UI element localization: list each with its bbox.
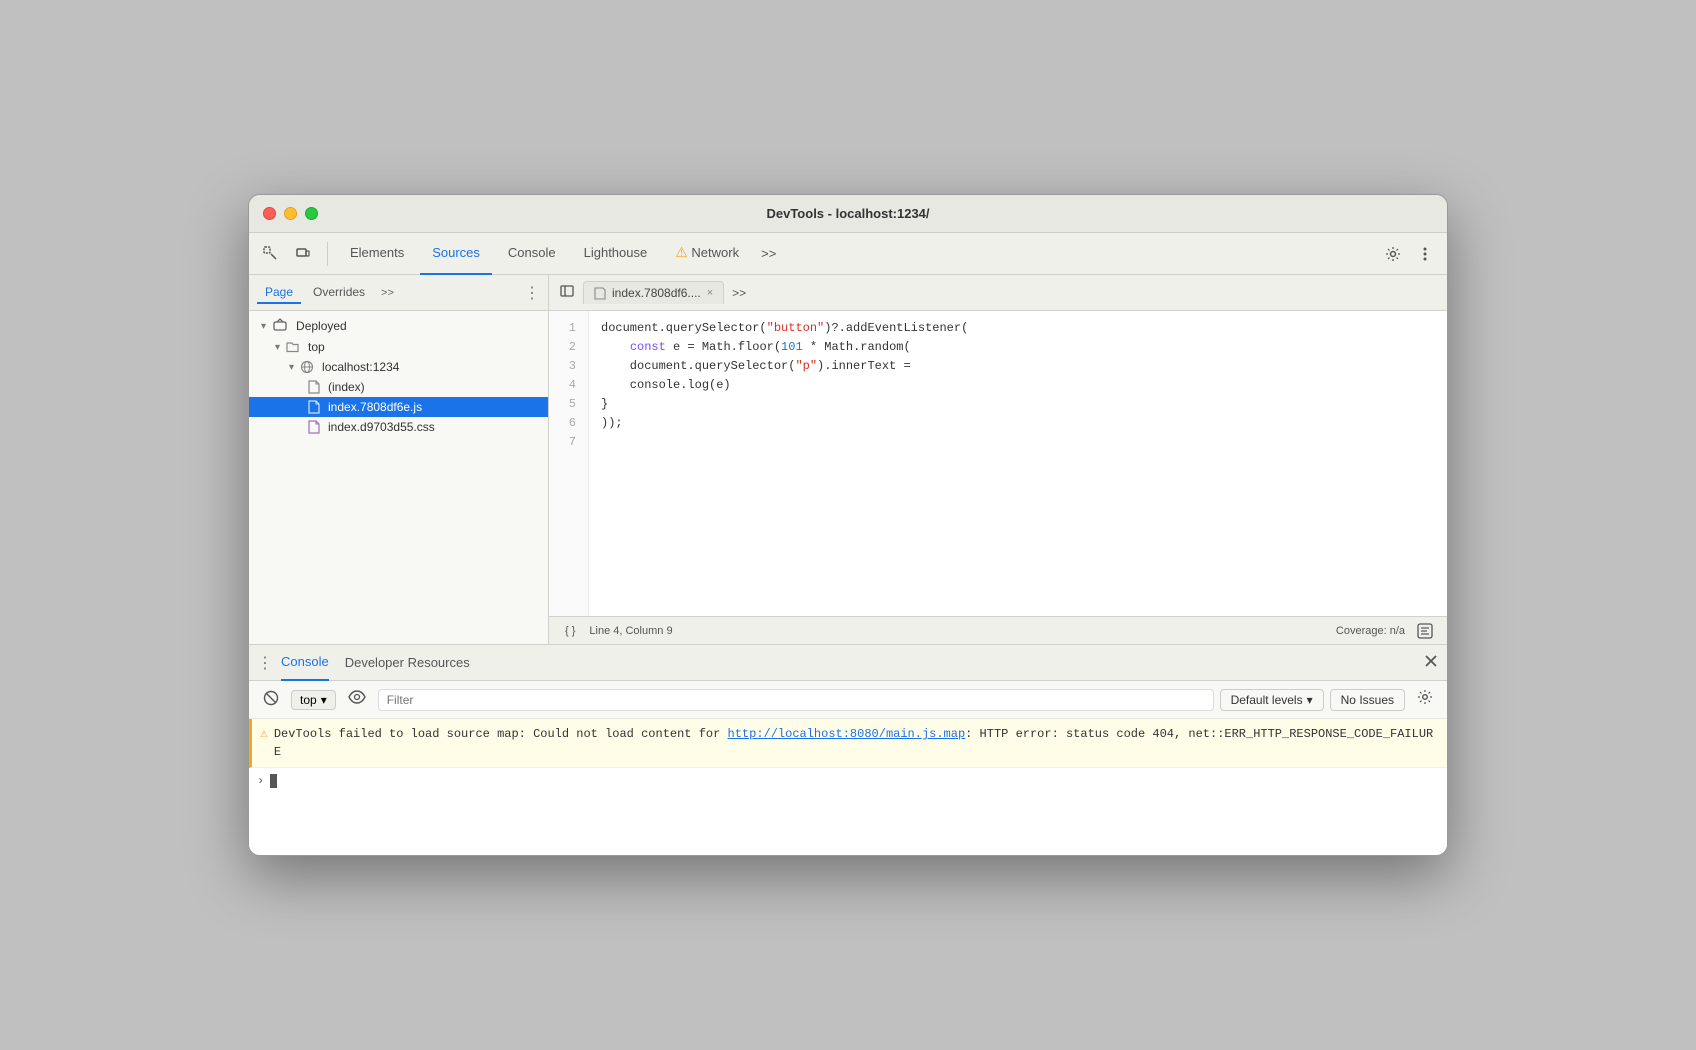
tree-item-js-file[interactable]: index.7808df6e.js: [249, 397, 548, 417]
close-console-button[interactable]: [1423, 653, 1439, 672]
statusbar-right: Coverage: n/a: [1336, 621, 1437, 641]
network-warning-icon: ⚠: [675, 244, 688, 261]
close-tab-button[interactable]: ×: [707, 287, 713, 299]
localhost-arrow: ▾: [289, 362, 294, 373]
error-link[interactable]: http://localhost:8080/main.js.map: [728, 727, 966, 741]
bottom-console: ⋮ Console Developer Resources: [249, 645, 1447, 855]
console-filter-input[interactable]: [378, 689, 1214, 711]
tab-lighthouse[interactable]: Lighthouse: [572, 233, 660, 275]
close-icon: [1423, 653, 1439, 669]
console-settings-button[interactable]: [1411, 686, 1439, 713]
toolbar-right: [1379, 242, 1439, 266]
more-options-button[interactable]: [1411, 242, 1439, 266]
top-arrow: ▾: [275, 342, 280, 353]
device-toggle-button[interactable]: [289, 242, 317, 266]
eye-icon: [348, 690, 366, 704]
window-title: DevTools - localhost:1234/: [766, 206, 929, 221]
maximize-button[interactable]: [305, 207, 318, 220]
file-icon: [307, 380, 320, 394]
coverage-label: Coverage: n/a: [1336, 625, 1405, 637]
console-settings-icon: [1417, 689, 1433, 705]
tab-network[interactable]: ⚠ Network: [663, 233, 751, 275]
close-button[interactable]: [263, 207, 276, 220]
traffic-lights: [263, 207, 318, 220]
tab-elements[interactable]: Elements: [338, 233, 416, 275]
sidebar-menu-icon[interactable]: ⋮: [524, 283, 540, 303]
tree-item-deployed[interactable]: ▾ Deployed: [249, 315, 548, 337]
sidebar-tab-page[interactable]: Page: [257, 282, 301, 304]
tab-sources[interactable]: Sources: [420, 233, 492, 275]
prompt-chevron: ›: [257, 774, 264, 788]
warning-message-text: DevTools failed to load source map: Coul…: [274, 725, 1439, 761]
pretty-print-button[interactable]: [1413, 621, 1437, 641]
device-icon: [295, 246, 311, 262]
code-editor[interactable]: 1 2 3 4 5 6 7 document.querySelector("bu…: [549, 311, 1447, 616]
live-expressions-button[interactable]: [342, 687, 372, 712]
cursor-position: Line 4, Column 9: [589, 625, 672, 637]
settings-icon: [1385, 246, 1401, 262]
tree-item-top[interactable]: ▾ top: [249, 337, 548, 357]
console-messages: ⚠ DevTools failed to load source map: Co…: [249, 719, 1447, 855]
main-toolbar: Elements Sources Console Lighthouse ⚠ Ne…: [249, 233, 1447, 275]
code-content[interactable]: document.querySelector("button")?.addEve…: [589, 311, 1447, 616]
console-filter-bar: top ▾ Default levels ▾ No Issues: [249, 681, 1447, 719]
format-button[interactable]: { }: [559, 623, 581, 639]
tab-console[interactable]: Console: [496, 233, 568, 275]
settings-button[interactable]: [1379, 242, 1407, 266]
console-toolbar: ⋮ Console Developer Resources: [249, 645, 1447, 681]
toolbar-separator: [327, 242, 328, 266]
tree-item-index[interactable]: (index): [249, 377, 548, 397]
deployed-icon: [272, 318, 288, 334]
deployed-arrow: ▾: [261, 321, 266, 332]
main-area: Page Overrides >> ⋮ ▾ Deployed: [249, 275, 1447, 855]
file-tree: ▾ Deployed ▾ top: [249, 311, 548, 644]
file-tab-active[interactable]: index.7808df6.... ×: [583, 281, 724, 304]
log-levels-button[interactable]: Default levels ▾: [1220, 689, 1324, 711]
sidebar: Page Overrides >> ⋮ ▾ Deployed: [249, 275, 549, 644]
tab-dev-resources[interactable]: Developer Resources: [337, 645, 478, 681]
console-prompt[interactable]: ›: [249, 768, 1447, 794]
sidebar-tab-bar: Page Overrides >> ⋮: [249, 275, 548, 311]
editor-tabs-bar: index.7808df6.... × >>: [549, 275, 1447, 311]
tree-item-css-file[interactable]: index.d9703d55.css: [249, 417, 548, 437]
more-icon: [1417, 246, 1433, 262]
more-editor-tabs-button[interactable]: >>: [726, 282, 752, 304]
clear-icon: [263, 690, 279, 706]
tab-console-bottom[interactable]: Console: [281, 645, 329, 681]
folder-icon: [286, 340, 300, 354]
titlebar: DevTools - localhost:1234/: [249, 195, 1447, 233]
devtools-window: DevTools - localhost:1234/ Elements Sour…: [248, 194, 1448, 856]
js-file-icon: [307, 400, 320, 414]
editor-area: index.7808df6.... × >> 1 2 3 4 5 6 7: [549, 275, 1447, 644]
toggle-sidebar-button[interactable]: [553, 279, 581, 306]
issues-counter-button[interactable]: No Issues: [1330, 689, 1405, 711]
line-numbers: 1 2 3 4 5 6 7: [549, 311, 589, 616]
context-arrow: ▾: [321, 693, 327, 707]
top-split: Page Overrides >> ⋮ ▾ Deployed: [249, 275, 1447, 645]
cursor-blink: [270, 774, 277, 788]
console-warning-message: ⚠ DevTools failed to load source map: Co…: [249, 719, 1447, 768]
warning-icon: ⚠: [260, 726, 268, 741]
minimize-button[interactable]: [284, 207, 297, 220]
server-icon: [300, 360, 314, 374]
context-value: top: [300, 693, 317, 707]
more-tabs-button[interactable]: >>: [755, 242, 782, 265]
console-menu-icon[interactable]: ⋮: [257, 653, 273, 673]
file-tab-name: index.7808df6....: [612, 286, 701, 300]
pretty-print-icon: [1417, 623, 1433, 639]
panel-icon: [559, 283, 575, 299]
context-selector[interactable]: top ▾: [291, 690, 336, 710]
cursor-tool-button[interactable]: [257, 242, 285, 266]
sidebar-more-tabs-button[interactable]: >>: [377, 285, 398, 301]
editor-statusbar: { } Line 4, Column 9 Coverage: n/a: [549, 616, 1447, 644]
tab-file-icon: [594, 287, 606, 300]
clear-console-button[interactable]: [257, 687, 285, 712]
css-file-icon: [307, 420, 320, 434]
cursor-icon: [263, 246, 279, 262]
sidebar-tab-overrides[interactable]: Overrides: [305, 282, 373, 304]
tree-item-localhost[interactable]: ▾ localhost:1234: [249, 357, 548, 377]
